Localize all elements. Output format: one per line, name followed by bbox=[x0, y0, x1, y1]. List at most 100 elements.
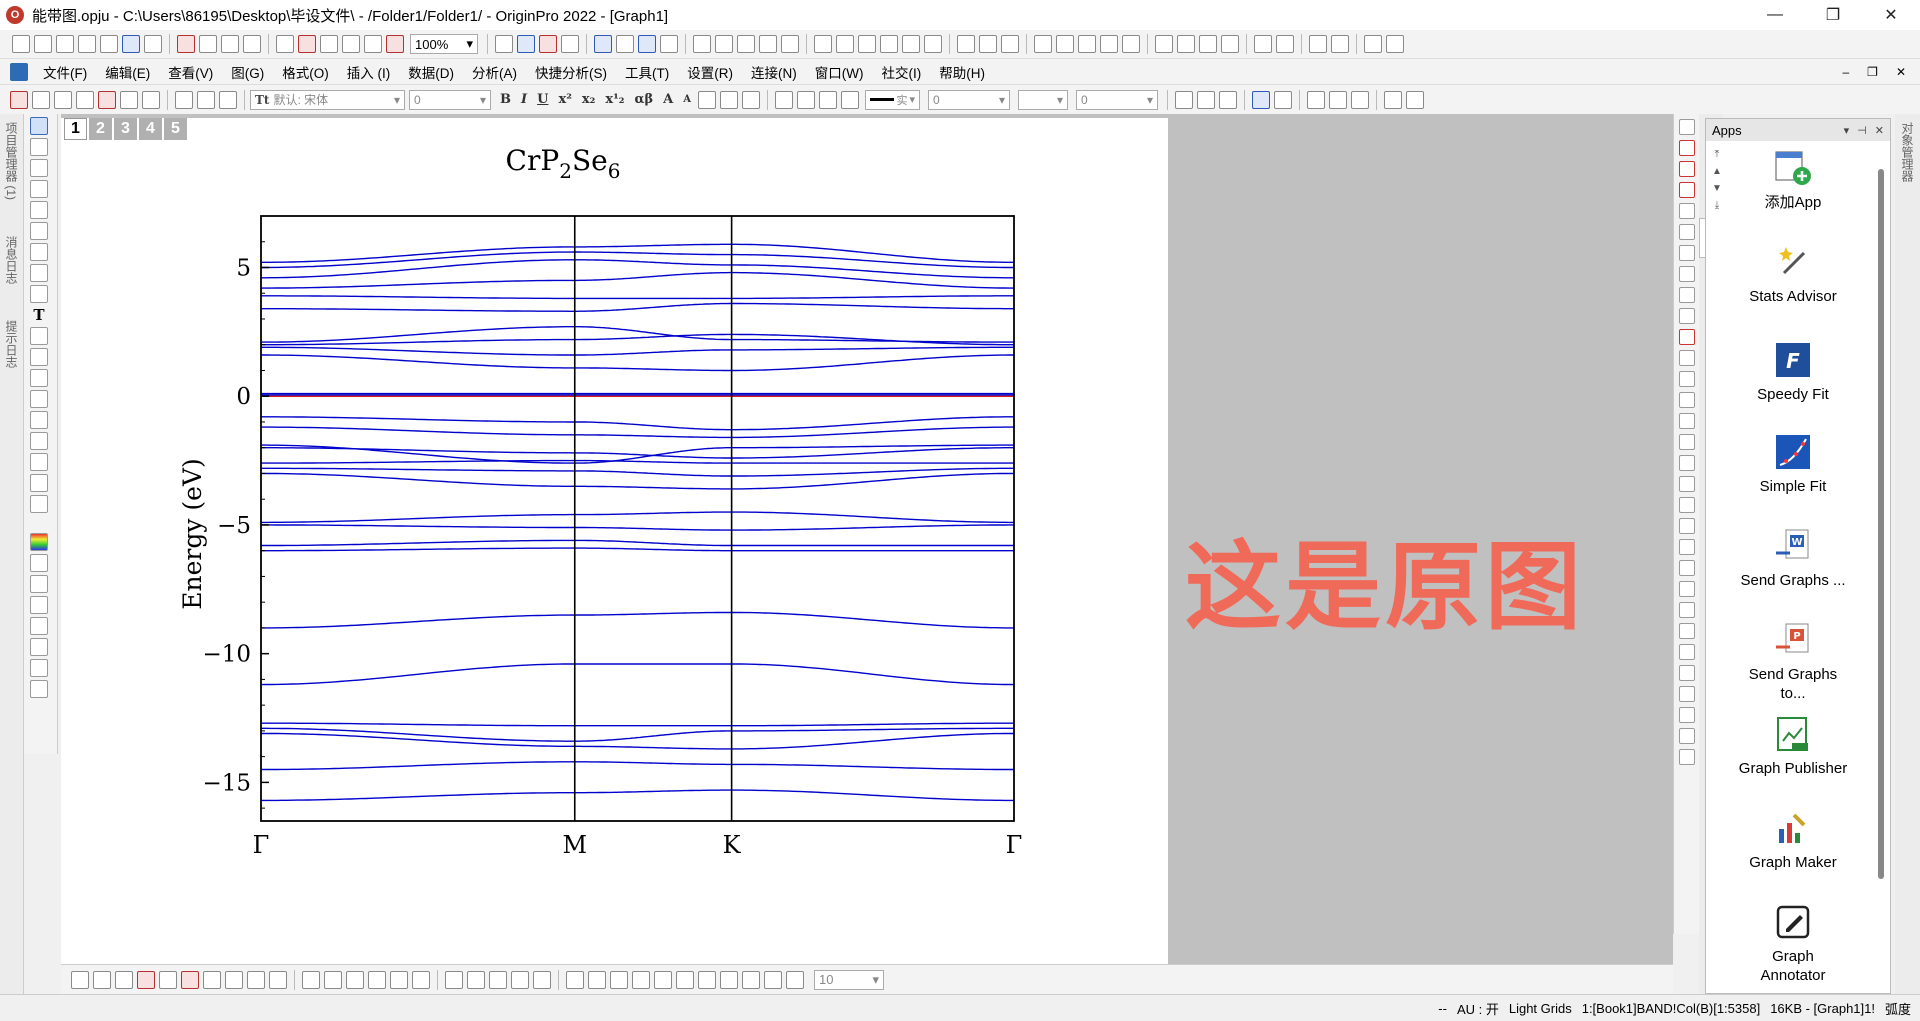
layout-icon[interactable] bbox=[1383, 90, 1402, 109]
sort-icon[interactable] bbox=[858, 35, 876, 53]
align-bottom-icon[interactable] bbox=[1679, 539, 1695, 555]
plot-contour-icon[interactable] bbox=[368, 970, 386, 989]
plot-stat-icon[interactable] bbox=[181, 970, 199, 989]
line-width-select[interactable]: 0 ▾ bbox=[927, 89, 1010, 110]
app-graph-publisher[interactable]: Graph Publisher bbox=[1738, 715, 1848, 778]
new-project-icon[interactable] bbox=[12, 35, 30, 53]
underline-button[interactable]: U bbox=[537, 92, 548, 107]
duplicate-icon[interactable] bbox=[539, 35, 557, 53]
axis-top-icon[interactable] bbox=[1679, 371, 1695, 387]
zoom-out-icon[interactable] bbox=[30, 159, 48, 177]
new-folder-icon[interactable] bbox=[34, 35, 52, 53]
grid-icon[interactable] bbox=[1405, 90, 1424, 109]
align-left-icon[interactable] bbox=[1679, 476, 1695, 492]
data-reader-icon[interactable] bbox=[30, 201, 48, 219]
bar-chart-icon[interactable] bbox=[902, 35, 920, 53]
new-legend-icon[interactable] bbox=[1679, 224, 1695, 240]
font-size-select[interactable]: 0 ▾ bbox=[409, 89, 491, 110]
set-x-icon[interactable] bbox=[1034, 35, 1052, 53]
recalculate-icon[interactable] bbox=[386, 35, 404, 53]
align-middle-icon[interactable] bbox=[1679, 581, 1695, 597]
app-graph-annotator[interactable]: Graph Annotator bbox=[1738, 903, 1848, 985]
child-minimize-button[interactable]: – bbox=[1842, 65, 1849, 79]
project-explorer-icon[interactable] bbox=[638, 35, 656, 53]
align-icon[interactable] bbox=[697, 90, 716, 109]
line-color-icon[interactable] bbox=[818, 90, 837, 109]
plot-3d-icon[interactable] bbox=[269, 970, 287, 989]
custom-toolbar-icon[interactable] bbox=[781, 35, 799, 53]
new-sheet-icon[interactable] bbox=[243, 35, 261, 53]
filter-reapply-icon[interactable] bbox=[1001, 35, 1019, 53]
arrow-right3-icon[interactable] bbox=[1386, 35, 1404, 53]
italic-button[interactable]: I bbox=[521, 92, 527, 107]
app-send-graphs-ppt[interactable]: P Send Graphs to... bbox=[1738, 621, 1848, 703]
extract-layers-icon[interactable] bbox=[737, 35, 755, 53]
app-graph-maker[interactable]: Graph Maker bbox=[1738, 809, 1848, 872]
menu-insert[interactable]: 插入 (I) bbox=[347, 62, 391, 82]
project-explorer-tab[interactable]: 项目管理器 (1) bbox=[0, 114, 23, 208]
plot-panel-icon[interactable] bbox=[489, 970, 507, 989]
graph-tool-icon-6[interactable] bbox=[120, 90, 138, 109]
layer-tab-3[interactable]: 3 bbox=[114, 118, 137, 140]
graph-window-icon[interactable] bbox=[10, 62, 28, 81]
column-pattern-icon[interactable] bbox=[719, 90, 738, 109]
plot-3d-surface-icon[interactable] bbox=[302, 970, 320, 989]
plot-scatter-icon[interactable] bbox=[93, 970, 111, 989]
group-icon[interactable] bbox=[1350, 90, 1369, 109]
new-matrix-icon[interactable] bbox=[78, 35, 96, 53]
new-layer-5-icon[interactable] bbox=[1679, 329, 1695, 345]
command-window-icon[interactable] bbox=[616, 35, 634, 53]
font-color-icon[interactable] bbox=[741, 90, 760, 109]
decrease-font-button[interactable]: A bbox=[683, 94, 691, 105]
axis-left-icon[interactable] bbox=[1679, 413, 1695, 429]
messages-log-tab[interactable]: 消息日志 bbox=[0, 228, 23, 292]
graph-tool-icon-1[interactable] bbox=[10, 90, 28, 109]
arrow-line-icon[interactable] bbox=[1331, 35, 1349, 53]
rescale-z-icon[interactable] bbox=[1679, 182, 1695, 198]
object-manager-tab[interactable]: 对象管理器 bbox=[1895, 114, 1920, 190]
status-angle-unit[interactable]: 弧度 bbox=[1880, 999, 1916, 1018]
line-width2-select[interactable]: 0 ▾ bbox=[1075, 89, 1158, 110]
border-icon[interactable] bbox=[1196, 90, 1215, 109]
move-down-icon[interactable] bbox=[1276, 35, 1294, 53]
object-icon[interactable] bbox=[30, 495, 48, 513]
minimize-button[interactable]: — bbox=[1746, 0, 1804, 30]
status-autoupdate[interactable]: AU : 开 bbox=[1452, 999, 1504, 1018]
scale-icon[interactable] bbox=[30, 285, 48, 303]
first-icon[interactable] bbox=[1155, 35, 1173, 53]
ungroup-objects-icon[interactable] bbox=[1679, 707, 1695, 723]
object-align-5-icon[interactable] bbox=[654, 970, 672, 989]
close-button[interactable]: ✕ bbox=[1862, 0, 1920, 30]
subscript-button[interactable]: x₂ bbox=[582, 92, 595, 107]
plot-line-icon[interactable] bbox=[71, 970, 89, 989]
screen-reader-icon[interactable] bbox=[30, 180, 48, 198]
origin-logo-icon[interactable]: O bbox=[6, 6, 24, 24]
app-add-app[interactable]: 添加App bbox=[1738, 149, 1848, 212]
box-plot-icon[interactable] bbox=[924, 35, 942, 53]
object-align-6-icon[interactable] bbox=[676, 970, 694, 989]
unlock-icon[interactable] bbox=[1679, 749, 1695, 765]
copy-icon[interactable] bbox=[197, 90, 215, 109]
fill-color-icon[interactable] bbox=[774, 90, 793, 109]
object-align-9-icon[interactable] bbox=[742, 970, 760, 989]
scroll-top-icon[interactable]: ⤒ bbox=[1715, 149, 1719, 160]
set-z-icon[interactable] bbox=[1078, 35, 1096, 53]
info-icon[interactable] bbox=[30, 617, 48, 635]
child-restore-button[interactable]: ❐ bbox=[1867, 65, 1878, 79]
save-template-icon[interactable] bbox=[342, 35, 360, 53]
layer-tab-5[interactable]: 5 bbox=[164, 118, 187, 140]
paste-icon[interactable] bbox=[219, 90, 237, 109]
print-icon[interactable] bbox=[495, 35, 513, 53]
color-scale-icon[interactable] bbox=[30, 533, 48, 551]
app-send-graphs-word[interactable]: W Send Graphs ... bbox=[1738, 527, 1848, 590]
insert-graph-icon[interactable] bbox=[30, 432, 48, 450]
axis-bottom-icon[interactable] bbox=[1679, 350, 1695, 366]
mark-icon[interactable] bbox=[1251, 90, 1270, 109]
menu-window[interactable]: 窗口(W) bbox=[815, 62, 864, 82]
table-icon[interactable] bbox=[1218, 90, 1237, 109]
set-error-icon[interactable] bbox=[1100, 35, 1118, 53]
unmark-icon[interactable] bbox=[1273, 90, 1292, 109]
menu-graph[interactable]: 图(G) bbox=[231, 62, 264, 82]
object-align-4-icon[interactable] bbox=[632, 970, 650, 989]
new-3d-icon[interactable] bbox=[221, 35, 239, 53]
